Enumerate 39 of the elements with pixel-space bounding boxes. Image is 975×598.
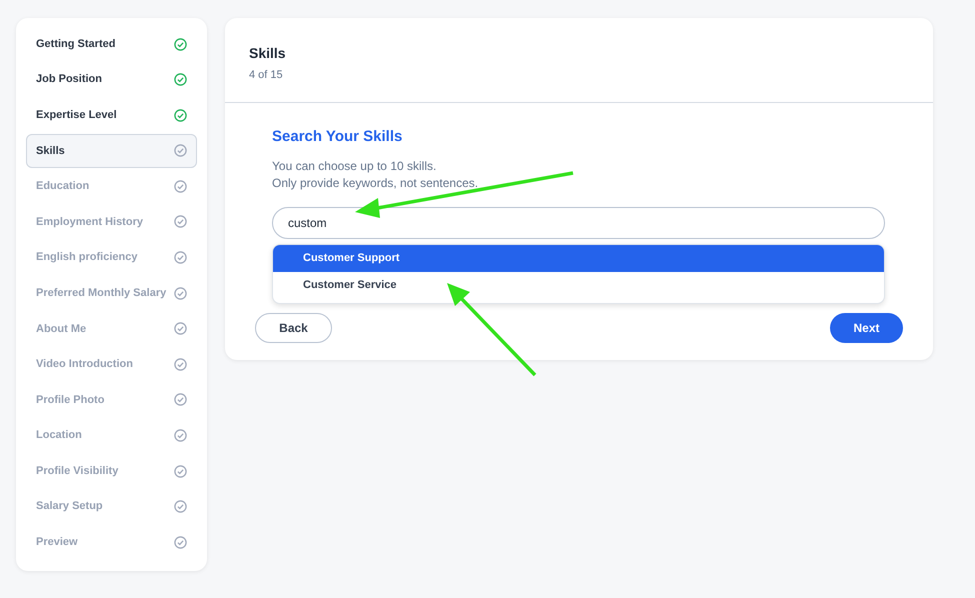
check-circle-icon — [174, 108, 187, 122]
check-circle-icon — [174, 393, 187, 406]
check-circle-icon — [174, 144, 187, 158]
check-circle-icon — [174, 536, 187, 549]
check-circle-icon — [174, 215, 187, 228]
check-circle-icon — [174, 286, 187, 300]
step-item[interactable]: Job Position — [26, 62, 197, 97]
hint-text: You can choose up to 10 skills. — [272, 158, 438, 174]
step-item[interactable]: English proficiency — [26, 240, 197, 275]
check-circle-icon — [174, 322, 187, 336]
step-item[interactable]: Preferred Monthly Salary — [26, 276, 197, 310]
suggestion-item[interactable]: Customer Service — [273, 272, 884, 298]
step-item[interactable]: Profile Photo — [26, 382, 197, 417]
step-item[interactable]: Video Introduction — [26, 347, 197, 382]
back-button[interactable]: Back — [255, 312, 332, 342]
suggestion-item[interactable]: Customer Support — [273, 244, 884, 272]
step-item[interactable]: Getting Started — [26, 27, 197, 61]
step-item[interactable]: Salary Setup — [26, 490, 197, 524]
step-item[interactable]: Education — [26, 169, 197, 204]
check-circle-icon — [174, 500, 187, 514]
step-item[interactable]: Skills — [26, 134, 197, 168]
step-item[interactable]: Employment History — [26, 204, 197, 239]
search-field[interactable]: custom — [272, 206, 885, 238]
check-circle-icon — [174, 38, 187, 50]
step-item[interactable]: Location — [26, 418, 197, 453]
step-item[interactable]: Profile Visibility — [26, 454, 197, 488]
step-item[interactable]: About Me — [26, 312, 197, 346]
section-heading: Search Your Skills — [272, 127, 404, 147]
check-circle-icon — [174, 464, 187, 478]
check-circle-icon — [174, 429, 187, 442]
step-item[interactable]: Expertise Level — [26, 98, 197, 132]
page-title: Skills — [249, 44, 287, 63]
check-circle-icon — [174, 251, 187, 264]
hint-text: Only provide keywords, not sentences. — [272, 174, 480, 192]
check-circle-icon — [174, 180, 187, 193]
step-item[interactable]: Preview — [26, 525, 197, 560]
next-button[interactable]: Next — [830, 312, 903, 342]
check-circle-icon — [174, 358, 187, 371]
check-circle-icon — [174, 73, 187, 86]
